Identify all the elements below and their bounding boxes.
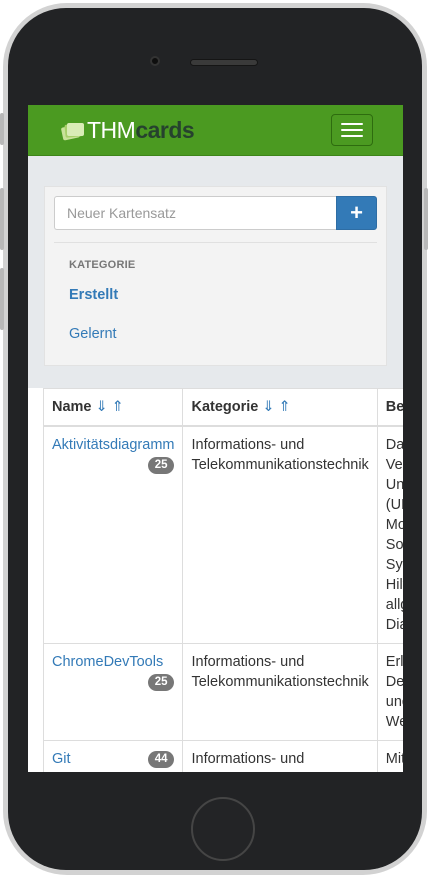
description-line: Web — [385, 714, 403, 730]
description-line: allge — [385, 597, 403, 613]
new-deck-input[interactable] — [54, 196, 336, 230]
deck-name-cell: 44 Git — [42, 740, 184, 772]
sort-arrows-icon[interactable]: ⇓ ⇑ — [96, 399, 124, 415]
column-header-category[interactable]: Kategorie ⇓ ⇑ — [182, 389, 378, 427]
description-line: (UML — [385, 497, 403, 513]
description-line: Das — [385, 437, 403, 453]
filter-item-erstellt[interactable]: Erstellt — [69, 287, 377, 303]
description-line: Softw — [385, 537, 403, 553]
brand-logo[interactable]: THMcards — [60, 116, 195, 144]
filter-panel: + KATEGORIE Erstellt Gelernt — [44, 186, 387, 366]
deck-name-cell: ChromeDevTools 25 — [42, 643, 184, 741]
deck-category-cell: Informations- und Telekommunikationstech… — [182, 740, 378, 772]
deck-link[interactable]: ChromeDevTools — [52, 654, 163, 670]
hamburger-line — [341, 135, 363, 137]
description-line: Mit I — [385, 751, 403, 767]
description-line: und I — [385, 694, 403, 710]
volume-up-button — [0, 188, 4, 250]
table-row: ChromeDevTools 25 Informations- und Tele… — [42, 643, 403, 741]
add-deck-button[interactable]: + — [336, 196, 377, 230]
brand-text-thm: THM — [87, 116, 136, 143]
divider — [54, 242, 377, 243]
description-line: Deve — [385, 674, 403, 690]
new-deck-group: + — [54, 196, 377, 230]
hamburger-menu-icon[interactable] — [331, 114, 373, 146]
power-button — [424, 188, 428, 250]
description-line: Diag — [385, 617, 403, 633]
sort-arrows-icon[interactable]: ⇓ ⇑ — [262, 399, 290, 415]
deck-description-cell: Mit I wird — [376, 740, 403, 772]
decks-table-wrapper: Name⇓ ⇑ Kategorie⇓ ⇑ Beschreibung Aktivi… — [42, 388, 403, 772]
navbar: THMcards — [28, 105, 403, 156]
table-row: 44 Git Informations- und Telekommunikati… — [42, 740, 403, 772]
column-header-label: Kategorie — [191, 399, 259, 415]
description-line: Syste — [385, 557, 403, 573]
description-line: wird — [386, 769, 403, 772]
deck-category-cell: Informations- und Telekommunikationstech… — [182, 426, 378, 644]
description-line: Mode — [385, 517, 403, 533]
filter-area: + KATEGORIE Erstellt Gelernt — [28, 156, 403, 388]
brand-text: THMcards — [87, 116, 195, 144]
screen: THMcards + KATEGORIE Erstellt Gelernt Na… — [28, 105, 403, 772]
home-button[interactable] — [191, 797, 255, 861]
description-line: Unifi — [385, 477, 403, 493]
decks-table: Name⇓ ⇑ Kategorie⇓ ⇑ Beschreibung Aktivi… — [42, 389, 403, 772]
cards-logo-icon — [60, 120, 84, 141]
hamburger-line — [341, 129, 363, 131]
front-camera — [150, 56, 160, 66]
volume-down-button — [0, 268, 4, 330]
description-line: Verh — [385, 457, 403, 473]
deck-link[interactable]: Git — [52, 751, 71, 767]
card-count-badge: 44 — [147, 751, 175, 768]
description-line: Hilfe — [385, 577, 403, 593]
table-header-row: Name⇓ ⇑ Kategorie⇓ ⇑ Beschreibung — [42, 389, 403, 427]
category-header: KATEGORIE — [69, 259, 136, 271]
card-count-badge: 25 — [147, 457, 175, 474]
earpiece-speaker — [190, 59, 258, 66]
deck-category-cell: Informations- und Telekommunikationstech… — [182, 643, 378, 741]
deck-link[interactable]: Aktivitätsdiagramm — [52, 437, 174, 453]
deck-description-cell: Erle Deve und I Web — [376, 643, 403, 741]
column-header-label: Name — [52, 399, 92, 415]
column-header-description: Beschreibung — [376, 389, 403, 427]
filter-item-gelernt[interactable]: Gelernt — [69, 326, 377, 342]
mute-switch — [0, 113, 4, 145]
table-row: Aktivitätsdiagramm 25 Informations- und … — [42, 426, 403, 644]
deck-description-cell: Das Verh Unifi (UML Mode Softw Syste Hil… — [376, 426, 403, 644]
brand-text-cards: cards — [135, 116, 195, 143]
card-count-badge: 25 — [147, 674, 175, 691]
description-line: Erle — [385, 654, 403, 670]
hamburger-line — [341, 123, 363, 125]
column-header-name[interactable]: Name ⇓ ⇑ — [42, 389, 184, 427]
deck-name-cell: Aktivitätsdiagramm 25 — [42, 426, 184, 644]
